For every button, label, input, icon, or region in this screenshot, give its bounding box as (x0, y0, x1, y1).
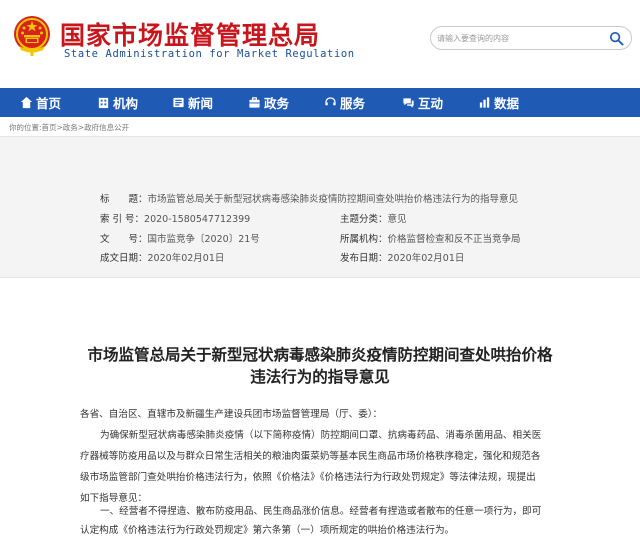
meta-created-row: 成文日期：2020年02月01日 (100, 250, 224, 264)
nav-item-affairs[interactable]: 政务 (248, 88, 289, 117)
nav-label: 首页 (36, 96, 62, 111)
nav-item-interact[interactable]: 互动 (402, 88, 443, 117)
article-paragraph-line: 级市场监管部门查处哄抬价格违法行为，依照《价格法》《价格违法行为行政处罚规定》等… (80, 472, 536, 483)
site-header: 国家市场监督管理总局 State Administration for Mark… (0, 0, 640, 88)
nav-item-home[interactable]: 首页 (20, 88, 61, 117)
nav-item-news[interactable]: 新闻 (172, 88, 213, 117)
national-emblem-icon[interactable] (12, 14, 52, 58)
meta-created-value: 2020年02月01日 (147, 253, 225, 264)
meta-docno-row: 文 号：国市监竞争〔2020〕21号 (100, 231, 260, 245)
main-nav: 首页 机构 新闻 政务 服务 互动 数据 (0, 88, 640, 117)
meta-dept-row: 所属机构：价格监督检查和反不正当竞争局 (340, 231, 521, 245)
nav-label: 数据 (494, 96, 520, 111)
nav-item-data[interactable]: 数据 (478, 88, 519, 117)
article-paragraph-line: 认定构成《价格违法行为行政处罚规定》第六条第（一）项所规定的哄抬价格违法行为。 (80, 525, 455, 536)
service-icon (325, 97, 336, 106)
building-icon (98, 97, 109, 109)
nav-item-service[interactable]: 服务 (324, 88, 365, 117)
meta-created-label: 成文日期： (100, 253, 148, 264)
meta-index-value: 2020-1580547712399 (144, 214, 251, 225)
nav-item-org[interactable]: 机构 (97, 88, 138, 117)
meta-title-value: 市场监管总局关于新型冠状病毒感染肺炎疫情防控期间查处哄抬价格违法行为的指导意见 (147, 194, 519, 205)
meta-dept-label: 所属机构： (340, 234, 388, 245)
news-icon (173, 97, 184, 108)
nav-label: 政务 (264, 96, 290, 111)
article-paragraph-line: 为确保新型冠状病毒感染肺炎疫情（以下简称疫情）防控期间口罩、抗病毒药品、消毒杀菌… (100, 430, 542, 441)
meta-index-row: 索 引 号：2020-1580547712399 (100, 211, 250, 225)
breadcrumb[interactable]: 你的位置:首页>政务>政府信息公开 (9, 122, 129, 133)
meta-category-value: 意见 (387, 214, 407, 225)
meta-title-row: 标 题：市场监管总局关于新型冠状病毒感染肺炎疫情防控期间查处哄抬价格违法行为的指… (100, 191, 518, 205)
nav-label: 机构 (113, 96, 139, 111)
article-title-line: 违法行为的指导意见 (250, 367, 390, 386)
search-box (430, 26, 632, 50)
document-meta-box: 标 题：市场监管总局关于新型冠状病毒感染肺炎疫情防控期间查处哄抬价格违法行为的指… (0, 136, 640, 278)
affairs-icon (249, 97, 260, 108)
interact-icon (403, 98, 414, 108)
meta-category-label: 主题分类： (340, 214, 388, 225)
meta-published-row: 发布日期：2020年02月01日 (340, 250, 464, 264)
meta-published-value: 2020年02月01日 (387, 253, 465, 264)
nav-label: 新闻 (188, 96, 214, 111)
meta-published-label: 发布日期： (340, 253, 388, 264)
nav-label: 服务 (340, 96, 366, 111)
search-icon[interactable] (609, 31, 624, 46)
meta-docno-value: 国市监竞争〔2020〕21号 (147, 234, 260, 245)
meta-docno-label: 文 号： (100, 234, 148, 245)
nav-label: 互动 (418, 96, 444, 111)
meta-category-row: 主题分类：意见 (340, 211, 407, 225)
article-paragraph-line: 一、经营者不得捏造、散布防疫用品、民生商品涨价信息。经营者有捏造或者散布的任意一… (100, 506, 542, 517)
article-salutation: 各省、自治区、直辖市及新疆生产建设兵团市场监督管理局（厅、委）： (80, 409, 383, 420)
meta-dept-value: 价格监督检查和反不正当竞争局 (387, 234, 521, 245)
meta-title-label: 标 题： (100, 194, 148, 205)
site-subtitle: State Administration for Market Regulati… (64, 48, 355, 60)
home-icon (20, 96, 33, 109)
site-title[interactable]: 国家市场监督管理总局 (60, 16, 320, 52)
data-icon (479, 97, 490, 108)
article-title: 市场监管总局关于新型冠状病毒感染肺炎疫情防控期间查处哄抬价格 违法行为的指导意见 (80, 344, 560, 388)
article-title-line: 市场监管总局关于新型冠状病毒感染肺炎疫情防控期间查处哄抬价格 (87, 345, 553, 364)
article-paragraph-line: 疗器械等防疫用品以及与群众日常生活相关的粮油肉蛋菜奶等基本民生商品市场价格秩序稳… (80, 451, 541, 462)
search-input[interactable] (437, 30, 597, 46)
meta-index-label: 索 引 号： (100, 214, 145, 225)
